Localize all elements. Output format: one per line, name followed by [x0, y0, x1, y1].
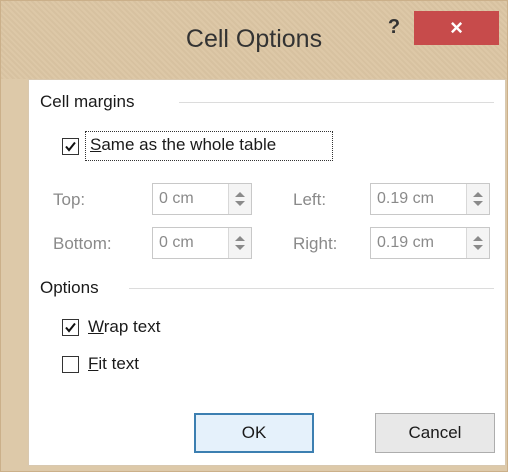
- wrap-text-label[interactable]: Wrap text: [88, 317, 160, 337]
- fit-text-label[interactable]: Fit text: [88, 354, 139, 374]
- left-spinner[interactable]: 0.19 cm: [370, 183, 490, 215]
- bottom-spinner[interactable]: 0 cm: [152, 227, 252, 259]
- bottom-value: 0 cm: [159, 234, 194, 251]
- top-value: 0 cm: [159, 190, 194, 207]
- spin-down-icon[interactable]: [235, 201, 245, 206]
- cell-margins-group-label: Cell margins: [40, 92, 141, 112]
- wrap-text-text: rap text: [103, 317, 161, 336]
- spin-up-icon[interactable]: [235, 192, 245, 197]
- right-label: Right:: [293, 234, 338, 253]
- spin-down-icon[interactable]: [473, 245, 483, 250]
- checkmark-icon: [65, 141, 76, 152]
- left-value: 0.19 cm: [377, 190, 434, 207]
- cell-margins-divider: [179, 102, 494, 103]
- cell-options-dialog: Cell Options ? × Cell margins Same as th…: [0, 0, 508, 472]
- fit-text-text: it text: [98, 354, 140, 373]
- options-divider: [129, 288, 494, 289]
- top-spin-buttons[interactable]: [228, 184, 251, 214]
- wrap-text-checkbox[interactable]: [62, 319, 79, 336]
- spin-up-icon[interactable]: [473, 236, 483, 241]
- same-as-table-label[interactable]: Same as the whole table: [90, 135, 276, 155]
- spin-up-icon[interactable]: [473, 192, 483, 197]
- wrap-text-accel: W: [88, 317, 104, 336]
- bottom-label: Bottom:: [53, 234, 112, 253]
- options-group-label: Options: [40, 278, 105, 298]
- dialog-body: Cell margins Same as the whole table Top…: [28, 79, 506, 466]
- right-value: 0.19 cm: [377, 234, 434, 251]
- checkmark-icon: [65, 322, 76, 333]
- right-spin-buttons[interactable]: [466, 228, 489, 258]
- left-spin-buttons[interactable]: [466, 184, 489, 214]
- close-icon: ×: [450, 15, 463, 40]
- fit-text-accel: F: [88, 354, 99, 373]
- right-spinner[interactable]: 0.19 cm: [370, 227, 490, 259]
- ok-button[interactable]: OK: [194, 413, 314, 453]
- left-label: Left:: [293, 190, 327, 209]
- fit-text-checkbox[interactable]: [62, 356, 79, 373]
- top-label: Top:: [53, 190, 86, 209]
- same-as-table-accel: S: [90, 135, 102, 154]
- title-bar[interactable]: Cell Options ? ×: [1, 1, 507, 79]
- bottom-spin-buttons[interactable]: [228, 228, 251, 258]
- spin-up-icon[interactable]: [235, 236, 245, 241]
- top-spinner[interactable]: 0 cm: [152, 183, 252, 215]
- cancel-button[interactable]: Cancel: [375, 413, 495, 453]
- same-as-table-checkbox[interactable]: [62, 138, 79, 155]
- same-as-table-text: ame as the whole table: [101, 135, 277, 154]
- spin-down-icon[interactable]: [473, 201, 483, 206]
- close-button[interactable]: ×: [414, 11, 499, 45]
- help-button[interactable]: ?: [377, 13, 411, 41]
- spin-down-icon[interactable]: [235, 245, 245, 250]
